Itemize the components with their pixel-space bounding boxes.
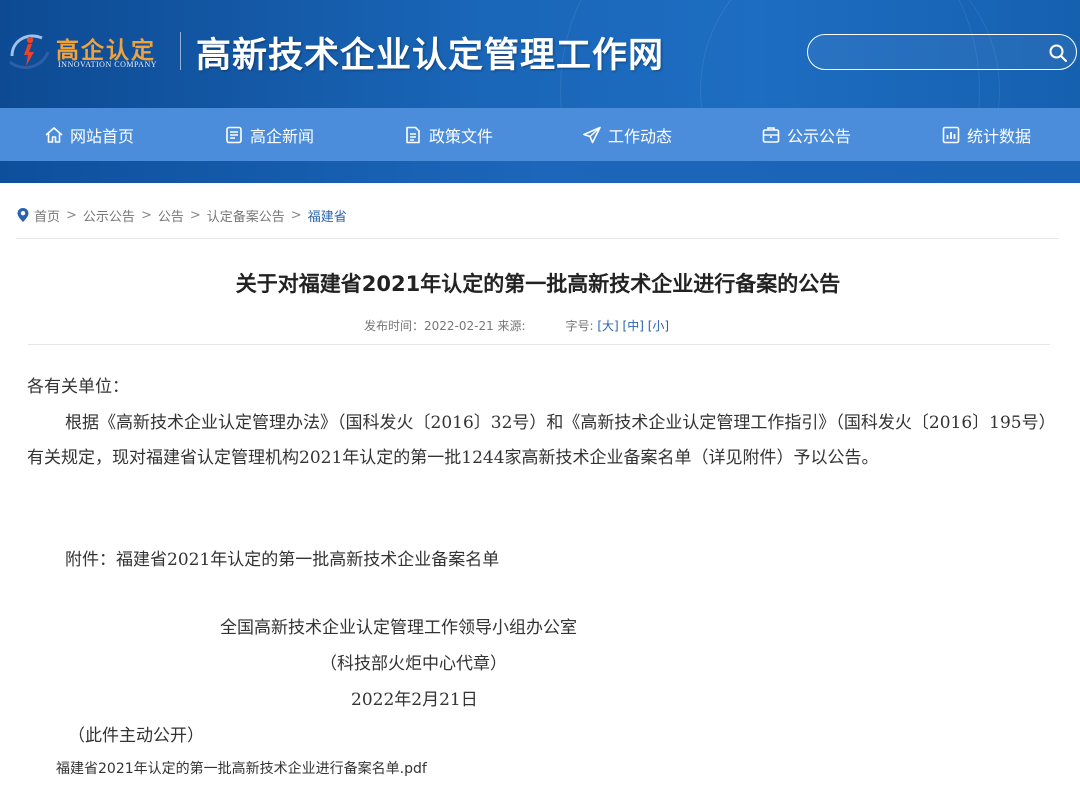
salutation: 各有关单位： [27, 377, 129, 397]
nav-item-label: 工作动态 [608, 126, 673, 146]
divider [16, 238, 1058, 239]
nav-item-label: 网站首页 [70, 126, 135, 146]
site-header: 高企认定 INNOVATION COMPANY 高新技术企业认定管理工作网 [0, 0, 1080, 108]
breadcrumb-current[interactable]: 福建省 [308, 206, 347, 225]
nav-item-news[interactable]: 高企新闻 [224, 108, 314, 161]
font-size-large-button[interactable]: [大] [597, 319, 618, 333]
document-icon [406, 126, 420, 143]
font-size-medium-button[interactable]: [中] [623, 319, 644, 333]
announcement-icon [762, 126, 780, 143]
paper-plane-icon [583, 126, 601, 143]
disclosure-note: （此件主动公开） [68, 726, 204, 746]
breadcrumb-separator: > [290, 207, 302, 223]
nav-item-label: 统计数据 [967, 126, 1032, 146]
logo-divider [180, 32, 181, 70]
search-icon[interactable] [1048, 43, 1068, 63]
nav-item-label: 公示公告 [787, 126, 852, 146]
breadcrumb-announcements[interactable]: 公示公告 [83, 206, 135, 225]
font-size-small-button[interactable]: [小] [648, 319, 669, 333]
nav-item-statistics[interactable]: 统计数据 [941, 108, 1031, 161]
article-paragraph: 根据《高新技术企业认定管理办法》（国科发火〔2016〕32号）和《高新技术企业认… [27, 413, 1056, 468]
article-title: 关于对福建省2021年认定的第一批高新技术企业进行备案的公告 [235, 272, 841, 296]
breadcrumb-notice[interactable]: 公告 [158, 206, 184, 225]
divider [28, 344, 1050, 345]
nav-item-home[interactable]: 网站首页 [44, 108, 134, 161]
nav-item-label: 高企新闻 [250, 126, 315, 146]
signature-agent: （科技部火炬中心代章） [320, 654, 507, 674]
nav-item-policy[interactable]: 政策文件 [403, 108, 493, 161]
breadcrumb-separator: > [189, 207, 201, 223]
main-nav: 网站首页 高企新闻 政策文件 工作动态 公示公告 统计数据 [0, 108, 1080, 161]
site-title: 高新技术企业认定管理工作网 [196, 35, 665, 76]
nav-item-label: 政策文件 [429, 126, 494, 146]
home-icon [45, 126, 63, 143]
breadcrumb: 首页 > 公示公告 > 公告 > 认定备案公告 > 福建省 [16, 205, 347, 225]
header-band [0, 161, 1080, 183]
breadcrumb-separator: > [66, 207, 77, 223]
publish-info: 发布时间：2022-02-21 来源: [364, 319, 526, 333]
nav-item-announcements[interactable]: 公示公告 [761, 108, 851, 161]
article-meta: 发布时间：2022-02-21 来源: 字号: [大] [中] [小] [364, 317, 669, 334]
search-input[interactable] [822, 41, 1042, 63]
signature-organization: 全国高新技术企业认定管理工作领导小组办公室 [220, 618, 577, 638]
logo-icon [9, 34, 50, 69]
search-box[interactable] [807, 34, 1077, 70]
breadcrumb-home[interactable]: 首页 [34, 206, 60, 225]
breadcrumb-filing[interactable]: 认定备案公告 [207, 206, 285, 225]
font-size-label: 字号: [565, 319, 594, 333]
nav-item-updates[interactable]: 工作动态 [582, 108, 672, 161]
location-pin-icon [17, 208, 29, 222]
news-icon [226, 126, 242, 143]
chart-icon [942, 126, 960, 143]
signature-date: 2022年2月21日 [351, 690, 478, 710]
breadcrumb-separator: > [140, 207, 152, 223]
attachment-note: 附件：福建省2021年认定的第一批高新技术企业备案名单 [65, 550, 500, 570]
attachment-file-link[interactable]: 福建省2021年认定的第一批高新技术企业进行备案名单.pdf [56, 758, 427, 778]
logo-subtitle: INNOVATION COMPANY [58, 60, 158, 69]
